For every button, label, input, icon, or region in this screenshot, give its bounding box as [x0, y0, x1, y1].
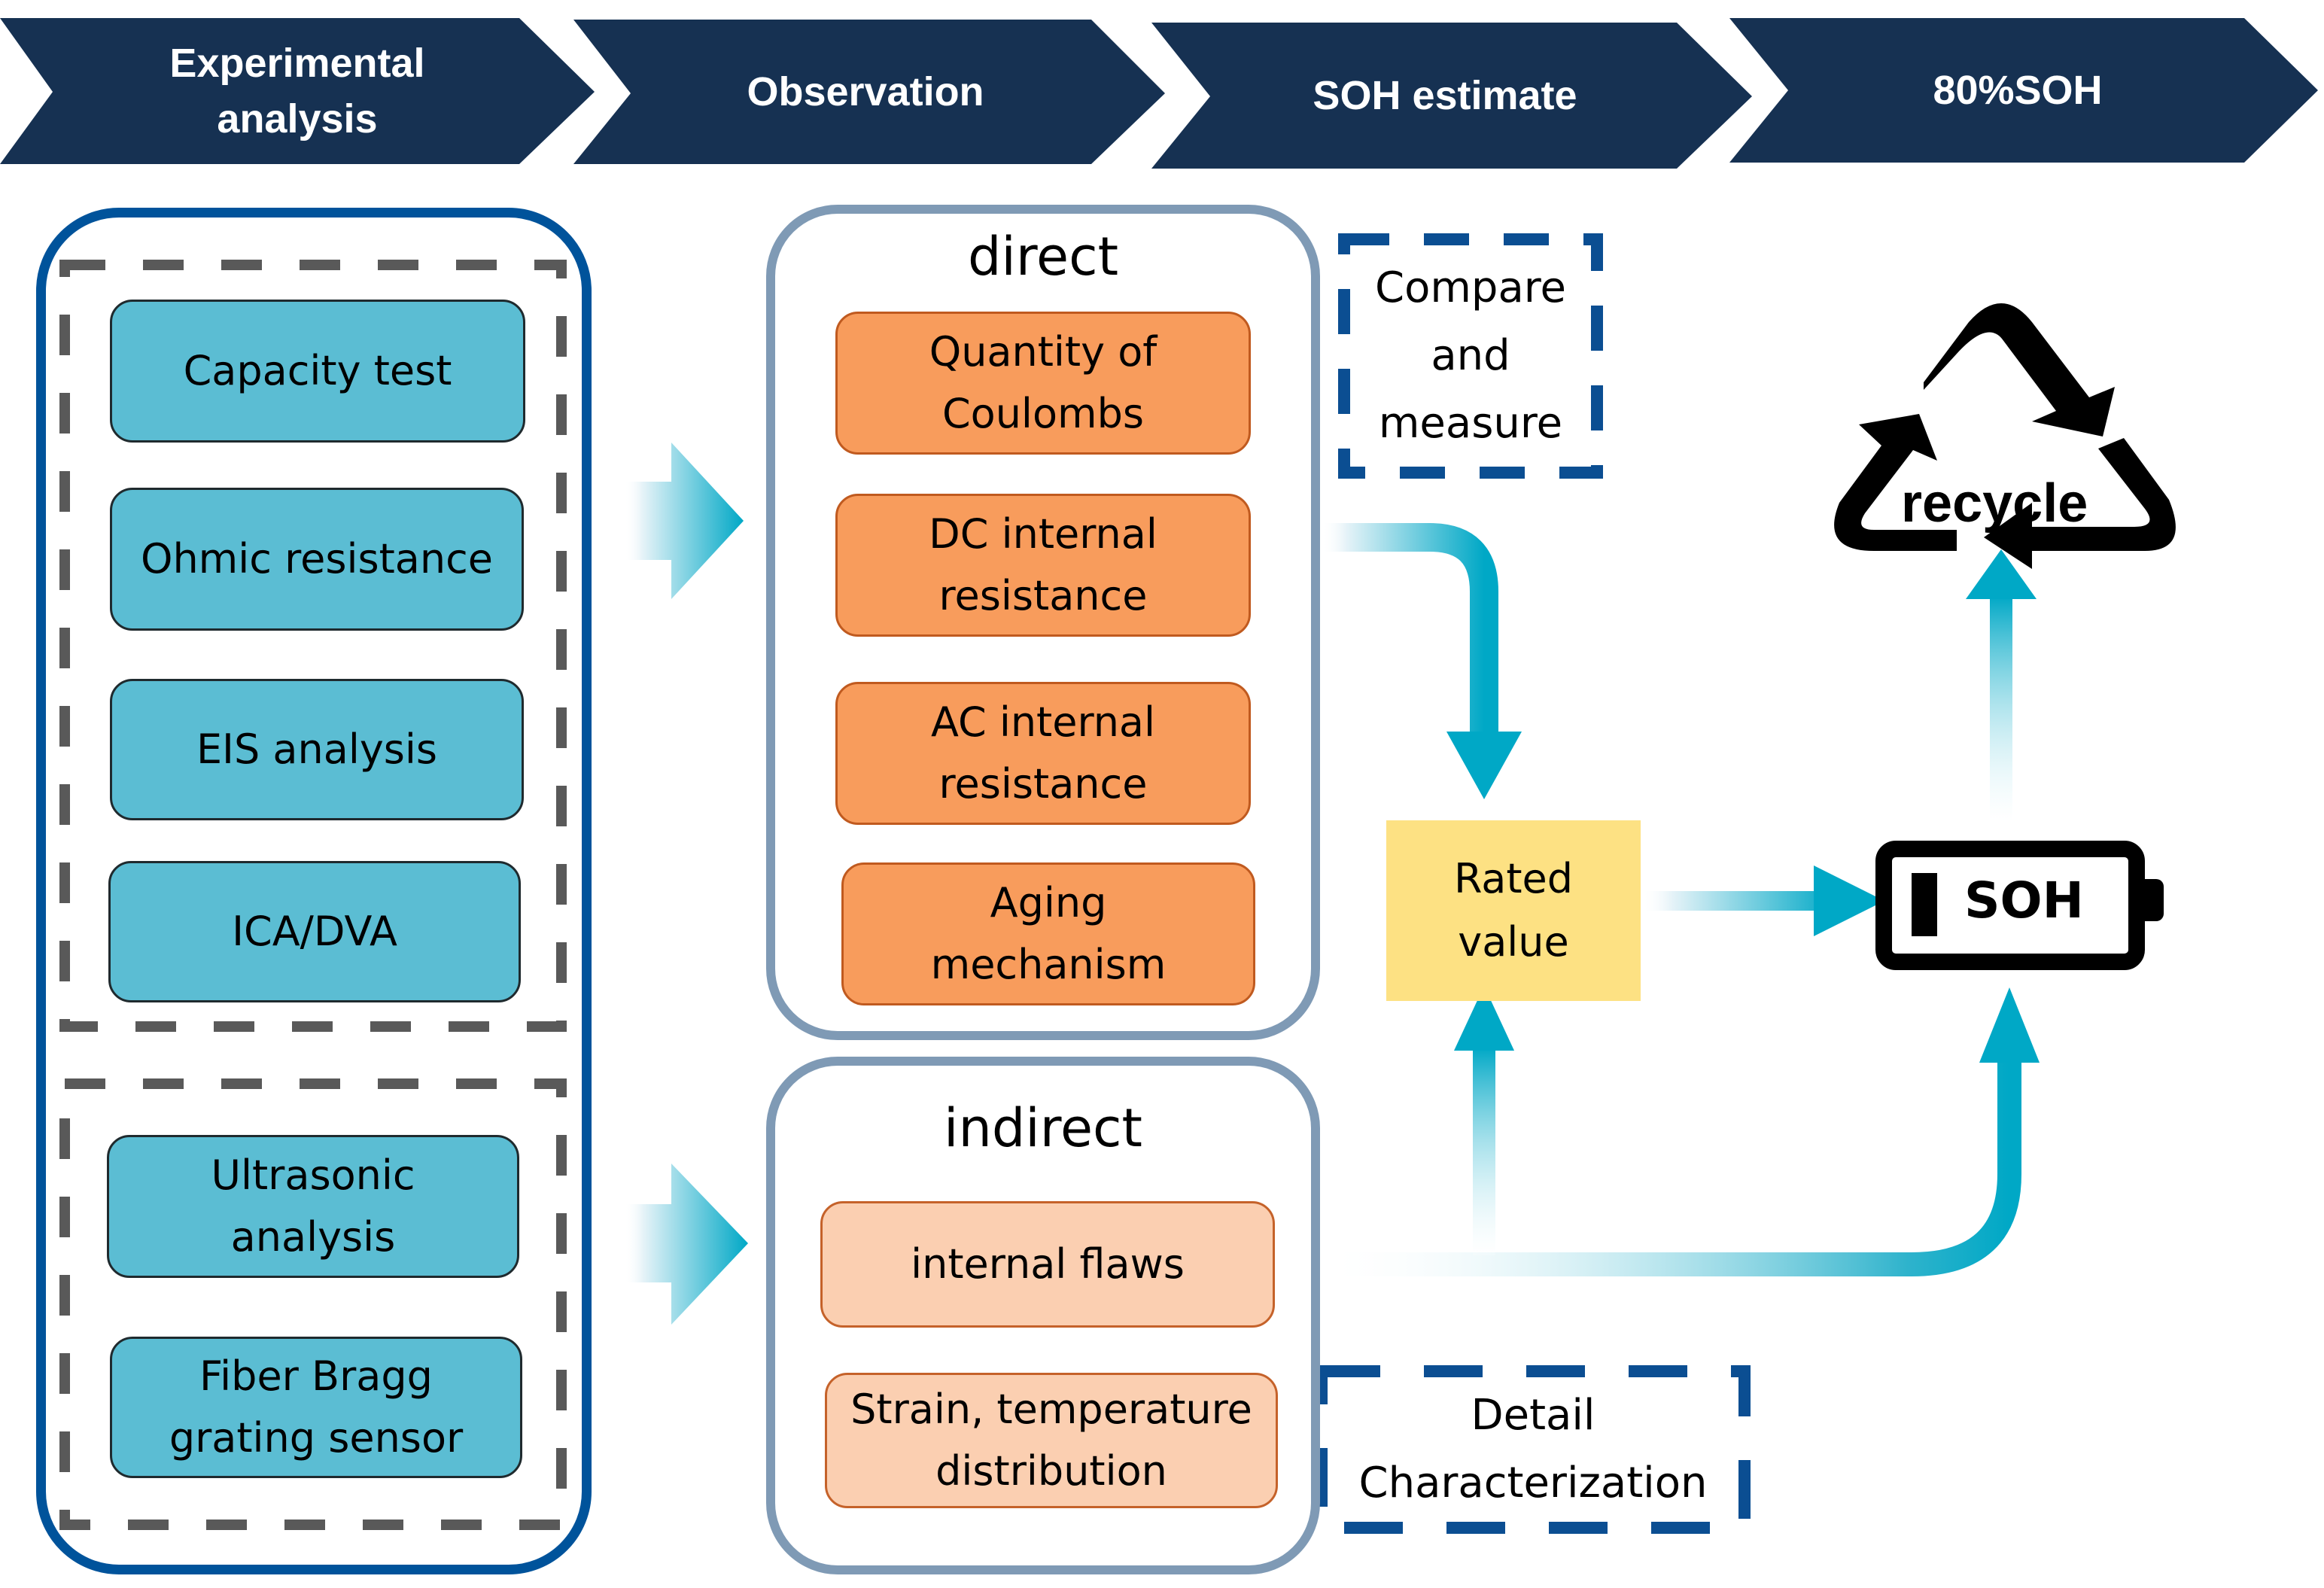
- experimental-item-ica-dva[interactable]: ICA/DVA: [108, 861, 521, 1002]
- item-label: Fiber Bragg grating sensor: [169, 1352, 464, 1462]
- indirect-title: indirect: [944, 1097, 1142, 1159]
- direct-item-aging-mechanism[interactable]: Aging mechanism: [841, 862, 1255, 1005]
- battery-soh-label: SOH: [1964, 872, 2084, 929]
- item-label: DC internal resistance: [929, 510, 1157, 619]
- item-label: Ultrasonic analysis: [211, 1151, 415, 1261]
- arrow-indirect-to-soh: [1322, 987, 2040, 1276]
- item-label: ICA/DVA: [232, 908, 397, 955]
- arrow-to-direct: [625, 443, 744, 599]
- item-label: internal flaws: [911, 1240, 1185, 1288]
- item-label: Aging mechanism: [930, 879, 1167, 988]
- experimental-item-capacity-test[interactable]: Capacity test: [110, 300, 525, 443]
- item-label: Ohmic resistance: [140, 535, 494, 583]
- rated-value-box[interactable]: Rated value: [1386, 820, 1641, 1001]
- direct-title: direct: [967, 226, 1119, 287]
- direct-item-dc-internal-resistance[interactable]: DC internal resistance: [835, 494, 1251, 637]
- arrow-rated-to-battery: [1642, 865, 1884, 936]
- recycle-label: recycle: [1901, 473, 2088, 534]
- detail-characterization-note: Detail Characterization: [1358, 1391, 1708, 1507]
- arrow-direct-to-rated: [1322, 523, 1522, 799]
- compare-and-measure-note: Compare and measure: [1374, 263, 1567, 448]
- item-label: EIS analysis: [196, 726, 438, 773]
- experimental-item-ohmic-resistance[interactable]: Ohmic resistance: [110, 488, 524, 631]
- item-label: Strain, temperature distribution: [850, 1386, 1252, 1495]
- direct-item-ac-internal-resistance[interactable]: AC internal resistance: [835, 682, 1251, 825]
- experimental-item-fiber-bragg[interactable]: Fiber Bragg grating sensor: [110, 1337, 522, 1478]
- arrow-to-indirect: [625, 1164, 748, 1325]
- experimental-item-eis-analysis[interactable]: EIS analysis: [110, 679, 524, 820]
- arrow-battery-to-recycle: [1966, 549, 2037, 822]
- arrow-indirect-to-rated: [1454, 986, 1514, 1255]
- experimental-item-ultrasonic-analysis[interactable]: Ultrasonic analysis: [107, 1135, 519, 1278]
- direct-item-quantity-of-coulombs[interactable]: Quantity of Coulombs: [835, 312, 1251, 455]
- indirect-item-internal-flaws[interactable]: internal flaws: [820, 1201, 1275, 1328]
- item-label: Quantity of Coulombs: [929, 328, 1157, 437]
- item-label: Capacity test: [183, 347, 452, 394]
- indirect-item-strain-temperature[interactable]: Strain, temperature distribution: [825, 1373, 1278, 1508]
- item-label: AC internal resistance: [930, 698, 1156, 808]
